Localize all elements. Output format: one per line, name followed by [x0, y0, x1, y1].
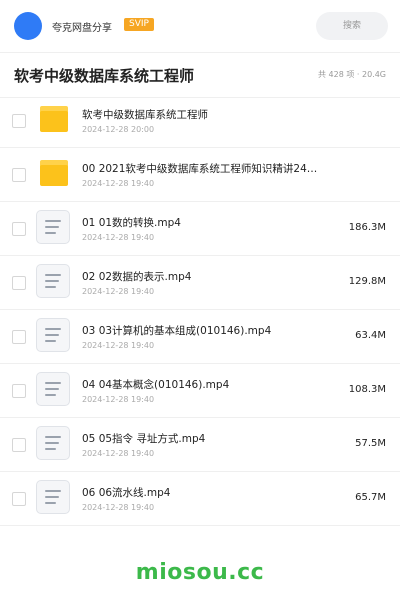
divider [0, 525, 400, 526]
file-name: 03 03计算机的基本组成(010146).mp4 [82, 325, 272, 337]
brand-watermark: miosou.cc [135, 560, 265, 585]
username: 夸克网盘分享 [52, 23, 112, 34]
file-size: 65.7M [355, 492, 386, 503]
video-file-icon [36, 210, 70, 244]
file-size: 186.3M [348, 222, 386, 233]
folder-icon [40, 106, 68, 132]
svip-badge: SVIP [124, 18, 154, 31]
file-summary: 共 428 项 · 20.4G [318, 70, 386, 79]
video-file-icon [36, 264, 70, 298]
file-size: 57.5M [355, 438, 386, 449]
title-row: 软考中级数据库系统工程师 共 428 项 · 20.4G [0, 52, 400, 98]
file-name: 04 04基本概念(010146).mp4 [82, 379, 230, 391]
file-row[interactable]: 05 05指令 寻址方式.mp4 2024-12-28 19:40 57.5M [0, 418, 400, 472]
file-date: 2024-12-28 19:40 [82, 449, 155, 458]
file-name: 06 06流水线.mp4 [82, 487, 171, 499]
file-date: 2024-12-28 20:00 [82, 125, 155, 134]
file-row[interactable]: 04 04基本概念(010146).mp4 2024-12-28 19:40 108… [0, 364, 400, 418]
page-title: 软考中级数据库系统工程师 [14, 67, 195, 85]
file-date: 2024-12-28 19:40 [82, 503, 155, 512]
row-checkbox[interactable] [12, 438, 26, 452]
row-checkbox[interactable] [12, 114, 26, 128]
video-file-icon [36, 426, 70, 460]
file-size: 63.4M [355, 330, 386, 341]
file-name: 00 2021软考中级数据库系统工程师知识精讲24… [82, 163, 318, 175]
video-file-icon [36, 372, 70, 406]
video-file-icon [36, 480, 70, 514]
row-checkbox[interactable] [12, 384, 26, 398]
row-checkbox[interactable] [12, 492, 26, 506]
file-row[interactable]: 03 03计算机的基本组成(010146).mp4 2024-12-28 19:4… [0, 310, 400, 364]
folder-icon [40, 160, 68, 186]
file-size: 108.3M [348, 384, 386, 395]
file-row[interactable]: 软考中级数据库系统工程师 2024-12-28 20:00 [0, 94, 400, 148]
file-date: 2024-12-28 19:40 [82, 341, 155, 350]
top-bar: 夸克网盘分享 SVIP 搜索 [0, 0, 400, 52]
file-name: 05 05指令 寻址方式.mp4 [82, 433, 206, 445]
file-row[interactable]: 02 02数据的表示.mp4 2024-12-28 19:40 129.8M [0, 256, 400, 310]
row-checkbox[interactable] [12, 168, 26, 182]
file-name: 01 01数的转换.mp4 [82, 217, 181, 229]
file-date: 2024-12-28 19:40 [82, 179, 155, 188]
file-name: 软考中级数据库系统工程师 [82, 109, 208, 121]
row-checkbox[interactable] [12, 222, 26, 236]
file-row[interactable]: 00 2021软考中级数据库系统工程师知识精讲24… 2024-12-28 19:… [0, 148, 400, 202]
search-button[interactable]: 搜索 [316, 12, 388, 40]
file-date: 2024-12-28 19:40 [82, 395, 155, 404]
avatar[interactable] [14, 12, 42, 40]
file-size: 129.8M [348, 276, 386, 287]
file-date: 2024-12-28 19:40 [82, 287, 155, 296]
file-row[interactable]: 01 01数的转换.mp4 2024-12-28 19:40 186.3M [0, 202, 400, 256]
file-date: 2024-12-28 19:40 [82, 233, 155, 242]
row-checkbox[interactable] [12, 276, 26, 290]
video-file-icon [36, 318, 70, 352]
file-row[interactable]: 06 06流水线.mp4 2024-12-28 19:40 65.7M [0, 472, 400, 526]
row-checkbox[interactable] [12, 330, 26, 344]
file-name: 02 02数据的表示.mp4 [82, 271, 192, 283]
